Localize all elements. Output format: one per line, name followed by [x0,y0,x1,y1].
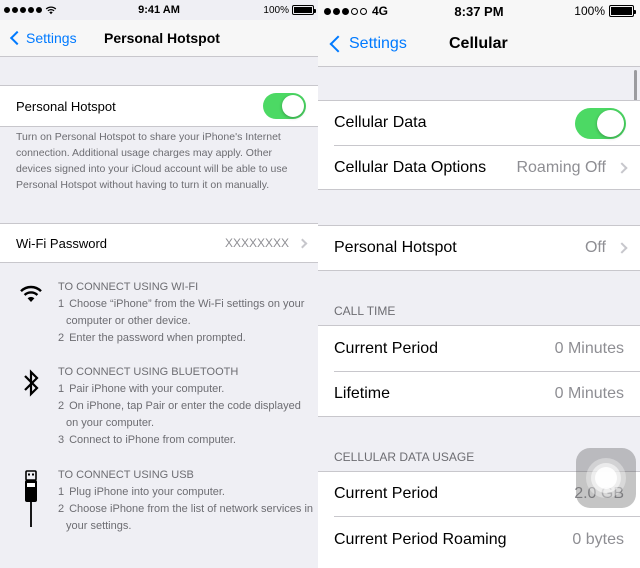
bluetooth-instructions: TO CONNECT USING BLUETOOTH 1 Pair iPhone… [0,364,318,454]
personal-hotspot-label: Personal Hotspot [16,98,116,114]
personal-hotspot-row: Personal Hotspot [0,86,318,126]
instruction-heading: TO CONNECT USING WI-FI [58,281,199,293]
assistive-touch-icon[interactable] [576,448,636,508]
instruction-step: 1 Choose “iPhone” from the Wi-Fi setting… [58,298,305,327]
chevron-right-icon [616,161,628,174]
wifi-password-group: Wi-Fi Password XXXXXXXX [0,223,318,263]
cellular-data-toggle[interactable] [575,107,626,139]
call-time-lifetime-row: Lifetime 0 Minutes [318,372,640,416]
cellular-data-options-label: Cellular Data Options [334,158,487,176]
instruction-step: 3 Connect to iPhone from computer. [58,434,236,446]
cellular-data-options-value: Roaming Off [516,158,606,176]
instruction-step: 2 Enter the password when prompted. [58,332,246,344]
chevron-left-icon [329,35,347,53]
cellular-data-options-row[interactable]: Cellular Data Options Roaming Off [318,146,640,189]
screenshot-frame: 9:41 AM 100% Settings Personal Hotspot P… [0,0,640,568]
cellular-data-usage-header: CELLULAR DATA USAGE [334,450,475,464]
instruction-step: 2 On iPhone, tap Pair or enter the code … [58,400,301,429]
status-bar: 4G 8:37 PM 100% [318,0,640,22]
page-title: Personal Hotspot [104,30,220,46]
battery-icon [609,5,636,17]
personal-hotspot-toggle[interactable] [263,93,306,119]
wifi-password-row[interactable]: Wi-Fi Password XXXXXXXX [0,224,318,262]
personal-hotspot-group: Personal Hotspot Off [318,225,640,271]
scroll-indicator[interactable] [634,70,637,104]
call-time-current-period-label: Current Period [334,339,439,357]
instruction-heading: TO CONNECT USING BLUETOOTH [58,366,239,378]
call-time-current-period-value: 0 Minutes [554,339,624,357]
back-button-label: Settings [26,30,77,46]
instruction-step: 1 Pair iPhone with your computer. [58,383,225,395]
call-time-header: CALL TIME [334,304,396,318]
battery-percent: 100% [574,4,605,18]
usage-current-period-roaming-row: Current Period Roaming 0 bytes [318,517,640,562]
back-button[interactable]: Settings [9,20,77,56]
status-time: 8:37 PM [454,3,504,19]
hotspot-toggle-group: Personal Hotspot [0,85,318,127]
instruction-heading: TO CONNECT USING USB [58,469,194,481]
usb-cable-icon [25,470,37,527]
status-bar: 9:41 AM 100% [0,0,318,20]
usage-current-period-roaming-label: Current Period Roaming [334,530,507,548]
personal-hotspot-row[interactable]: Personal Hotspot Off [318,226,640,270]
cellular-data-label: Cellular Data [334,114,427,131]
wifi-password-label: Wi-Fi Password [16,235,108,251]
chevron-right-icon [616,242,628,254]
usb-instructions: TO CONNECT USING USB 1 Plug iPhone into … [0,467,318,547]
wifi-icon [20,285,42,302]
usage-current-period-roaming-value: 0 bytes [572,530,624,548]
back-button-label: Settings [349,35,407,52]
bluetooth-icon [24,369,39,397]
navigation-bar: Settings Cellular [318,22,640,67]
personal-hotspot-value: Off [584,239,606,256]
call-time-group: Current Period 0 Minutes Lifetime 0 Minu… [318,325,640,417]
instruction-step: 2 Choose iPhone from the list of network… [58,503,314,532]
chevron-right-icon [297,238,308,248]
cellular-data-group: Cellular Data Cellular Data Options Roam… [318,100,640,190]
navigation-bar: Settings Personal Hotspot [0,20,318,57]
personal-hotspot-screen: 9:41 AM 100% Settings Personal Hotspot P… [0,0,318,568]
call-time-lifetime-value: 0 Minutes [554,385,624,402]
cellular-screen: 4G 8:37 PM 100% Settings Cellular Cellul… [318,0,640,568]
chevron-left-icon [9,30,25,46]
call-time-current-period-row: Current Period 0 Minutes [318,326,640,371]
page-title: Cellular [449,35,508,52]
battery-icon [292,5,316,15]
personal-hotspot-label: Personal Hotspot [334,239,457,256]
hotspot-description: Turn on Personal Hotspot to share your i… [16,131,288,191]
cellular-data-row: Cellular Data [318,101,640,145]
instruction-step: 1 Plug iPhone into your computer. [58,486,225,498]
battery-percent: 100% [263,4,289,16]
status-time: 9:41 AM [138,4,180,16]
usage-current-period-label: Current Period [334,485,439,502]
wifi-instructions: TO CONNECT USING WI-FI 1 Choose “iPhone”… [0,279,318,349]
back-button[interactable]: Settings [328,22,407,66]
wifi-password-value: XXXXXXXX [224,236,289,250]
call-time-lifetime-label: Lifetime [334,385,391,402]
